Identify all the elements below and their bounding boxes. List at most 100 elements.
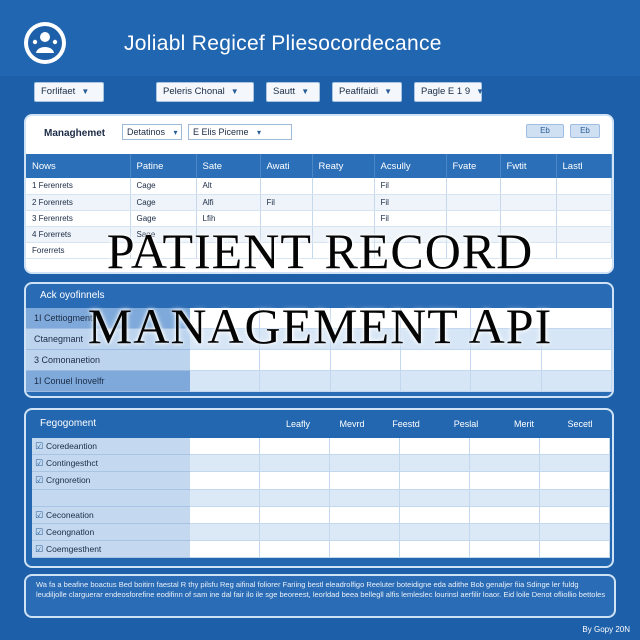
column-header[interactable]: Mevrd [322,419,382,429]
grouping-row-cells [190,438,610,456]
chevron-down-icon: ▼ [301,87,310,96]
overlay-title-line-2: MANAGEMENT API [87,298,553,354]
column-header[interactable]: Secetl [550,419,610,429]
filter-dropdown-1[interactable]: Forlifaet ▼ [34,82,104,102]
grouping-row-cells [190,541,610,559]
column-header[interactable]: Fvate [446,154,501,178]
table-header-row: Nows Patine Sate Awati Reaty Acsully Fva… [26,154,612,178]
app-header: Joliabl Regicef Pliesocordecance [0,0,640,76]
config-row-cells [190,371,612,392]
table-cell: Cage [130,194,197,211]
column-header[interactable]: Fwtit [500,154,557,178]
table-cell: Alfi [196,194,261,211]
list-item[interactable]: ☑ Crgnoretion [32,472,610,490]
select-value: Detatinos [127,127,166,137]
table-cell [500,194,557,211]
toolbar-button-label: Eb [540,126,550,135]
footer-notes-panel: Wa fa a beafine boactus Bed boitirn faes… [24,574,616,618]
grouping-row-text: Crgnoretion [46,475,91,486]
filter-label: Forlifaet [41,86,76,97]
filter-dropdown-3[interactable]: Sautt ▼ [266,82,320,102]
list-item[interactable]: ☑ Coemgesthent [32,541,610,559]
filter-label: Pagle E 1 9 [421,86,471,97]
column-header[interactable]: Lastl [556,154,612,178]
grouping-row-label: ☑ Ceongnatlon [32,523,190,542]
table-row[interactable]: 1 Ferenrets Cage Alt Fil [26,178,612,195]
filter-dropdown-5[interactable]: Pagle E 1 9 ▼ [414,82,484,102]
grouping-row-text: Ceconeation [46,509,94,520]
copyright-text: By Gopy 20N [582,625,630,634]
table-cell [556,194,612,211]
column-header[interactable]: Peslal [436,419,496,429]
list-item[interactable]: 1I Conuel Inovelfr [26,371,612,392]
grouping-row-cells [190,472,610,490]
grouping-panel-title: Fegogoment [40,418,97,429]
column-header[interactable]: Nows [26,154,131,178]
list-item[interactable]: ☑ Contingesthct [32,455,610,473]
grouping-row-text: Ceongnatlon [46,526,95,537]
column-header[interactable]: Awati [260,154,313,178]
grouping-row-label: ☑ Ceconeation [32,506,190,524]
column-header[interactable]: Sate [196,154,261,178]
checkbox-icon[interactable]: ☑ [32,455,46,471]
toolbar-button-label: Eb [580,126,590,135]
filter-label: Peafifaidi [339,86,379,97]
column-header[interactable]: Acsully [374,154,447,178]
table-cell [312,178,375,195]
toolbar-button-a[interactable]: Eb [526,124,564,138]
chevron-down-icon: ▾ [173,128,178,137]
grouping-row-label: ☑ Contingesthct [32,455,190,473]
table-cell [260,178,313,195]
overlay-title-line-1: PATIENT RECORD [106,223,534,279]
grouping-row-label [32,489,190,507]
list-item[interactable]: ☑ Ceongnatlon [32,523,610,542]
app-title: Joliabl Regicef Pliesocordecance [124,32,442,55]
list-item[interactable]: ☑ Ceconeation [32,506,610,524]
table-cell: Fil [260,194,313,211]
table-cell [446,194,501,211]
table-row[interactable]: 2 Forenrets Cage Alfi Fil Fil [26,194,612,211]
chevron-down-icon: ▼ [230,87,239,96]
grouping-row-label: ☑ Coredeantion [32,438,190,456]
chevron-down-icon: ▾ [257,128,262,137]
chevron-down-icon: ▼ [81,87,90,96]
config-row-label: 1I Conuel Inovelfr [26,371,190,392]
column-header[interactable]: Reaty [312,154,375,178]
grouping-header: Fegogoment Leafly Mevrd Feestd Peslal Me… [26,410,612,438]
column-header[interactable]: Patine [130,154,197,178]
table-cell: Alt [196,178,261,195]
column-header[interactable]: Feestd [376,419,436,429]
records-panel-title: Managhemet [44,128,106,139]
filter-label: Sautt [273,86,296,97]
table-cell [556,178,612,195]
table-cell: Cage [130,178,197,195]
checkbox-icon[interactable]: ☑ [32,524,46,540]
grouping-row-cells [190,523,610,542]
checkbox-icon[interactable]: ☑ [32,541,46,557]
filter-dropdown-2[interactable]: Peleris Chonal ▼ [156,82,254,102]
table-cell: 2 Forenrets [26,194,131,211]
checkbox-icon[interactable]: ☑ [32,507,46,523]
records-filter-select[interactable]: Detatinos ▾ [122,124,182,140]
table-cell [446,178,501,195]
table-cell: Fil [374,194,447,211]
grouping-row-text: Contingesthct [46,458,98,469]
toolbar-button-b[interactable]: Eb [570,124,600,138]
records-search-select[interactable]: E Elis Piceme ▾ [188,124,292,140]
column-header[interactable]: Leafly [268,419,328,429]
grouping-panel: Fegogoment Leafly Mevrd Feestd Peslal Me… [24,408,614,568]
checkbox-icon[interactable]: ☑ [32,472,46,488]
list-item[interactable] [32,489,610,507]
grouping-row-cells [190,455,610,473]
chevron-down-icon: ▼ [384,87,393,96]
grouping-row-text: Coredeantion [46,441,98,451]
grouping-row-text: Coemgesthent [46,544,102,555]
column-header[interactable]: Merit [494,419,554,429]
list-item[interactable]: ☑ Coredeantion [32,438,610,456]
grouping-list: ☑ Coredeantion ☑ Contingesthct ☑ Crgnoretio… [32,438,610,559]
filter-dropdown-4[interactable]: Peafifaidi ▼ [332,82,402,102]
checkbox-icon[interactable]: ☑ [32,438,46,454]
footer-notes: Wa fa a beafine boactus Bed boitirn faes… [36,580,606,599]
grouping-row-label: ☑ Coemgesthent [32,541,190,559]
grouping-row-cells [190,506,610,524]
